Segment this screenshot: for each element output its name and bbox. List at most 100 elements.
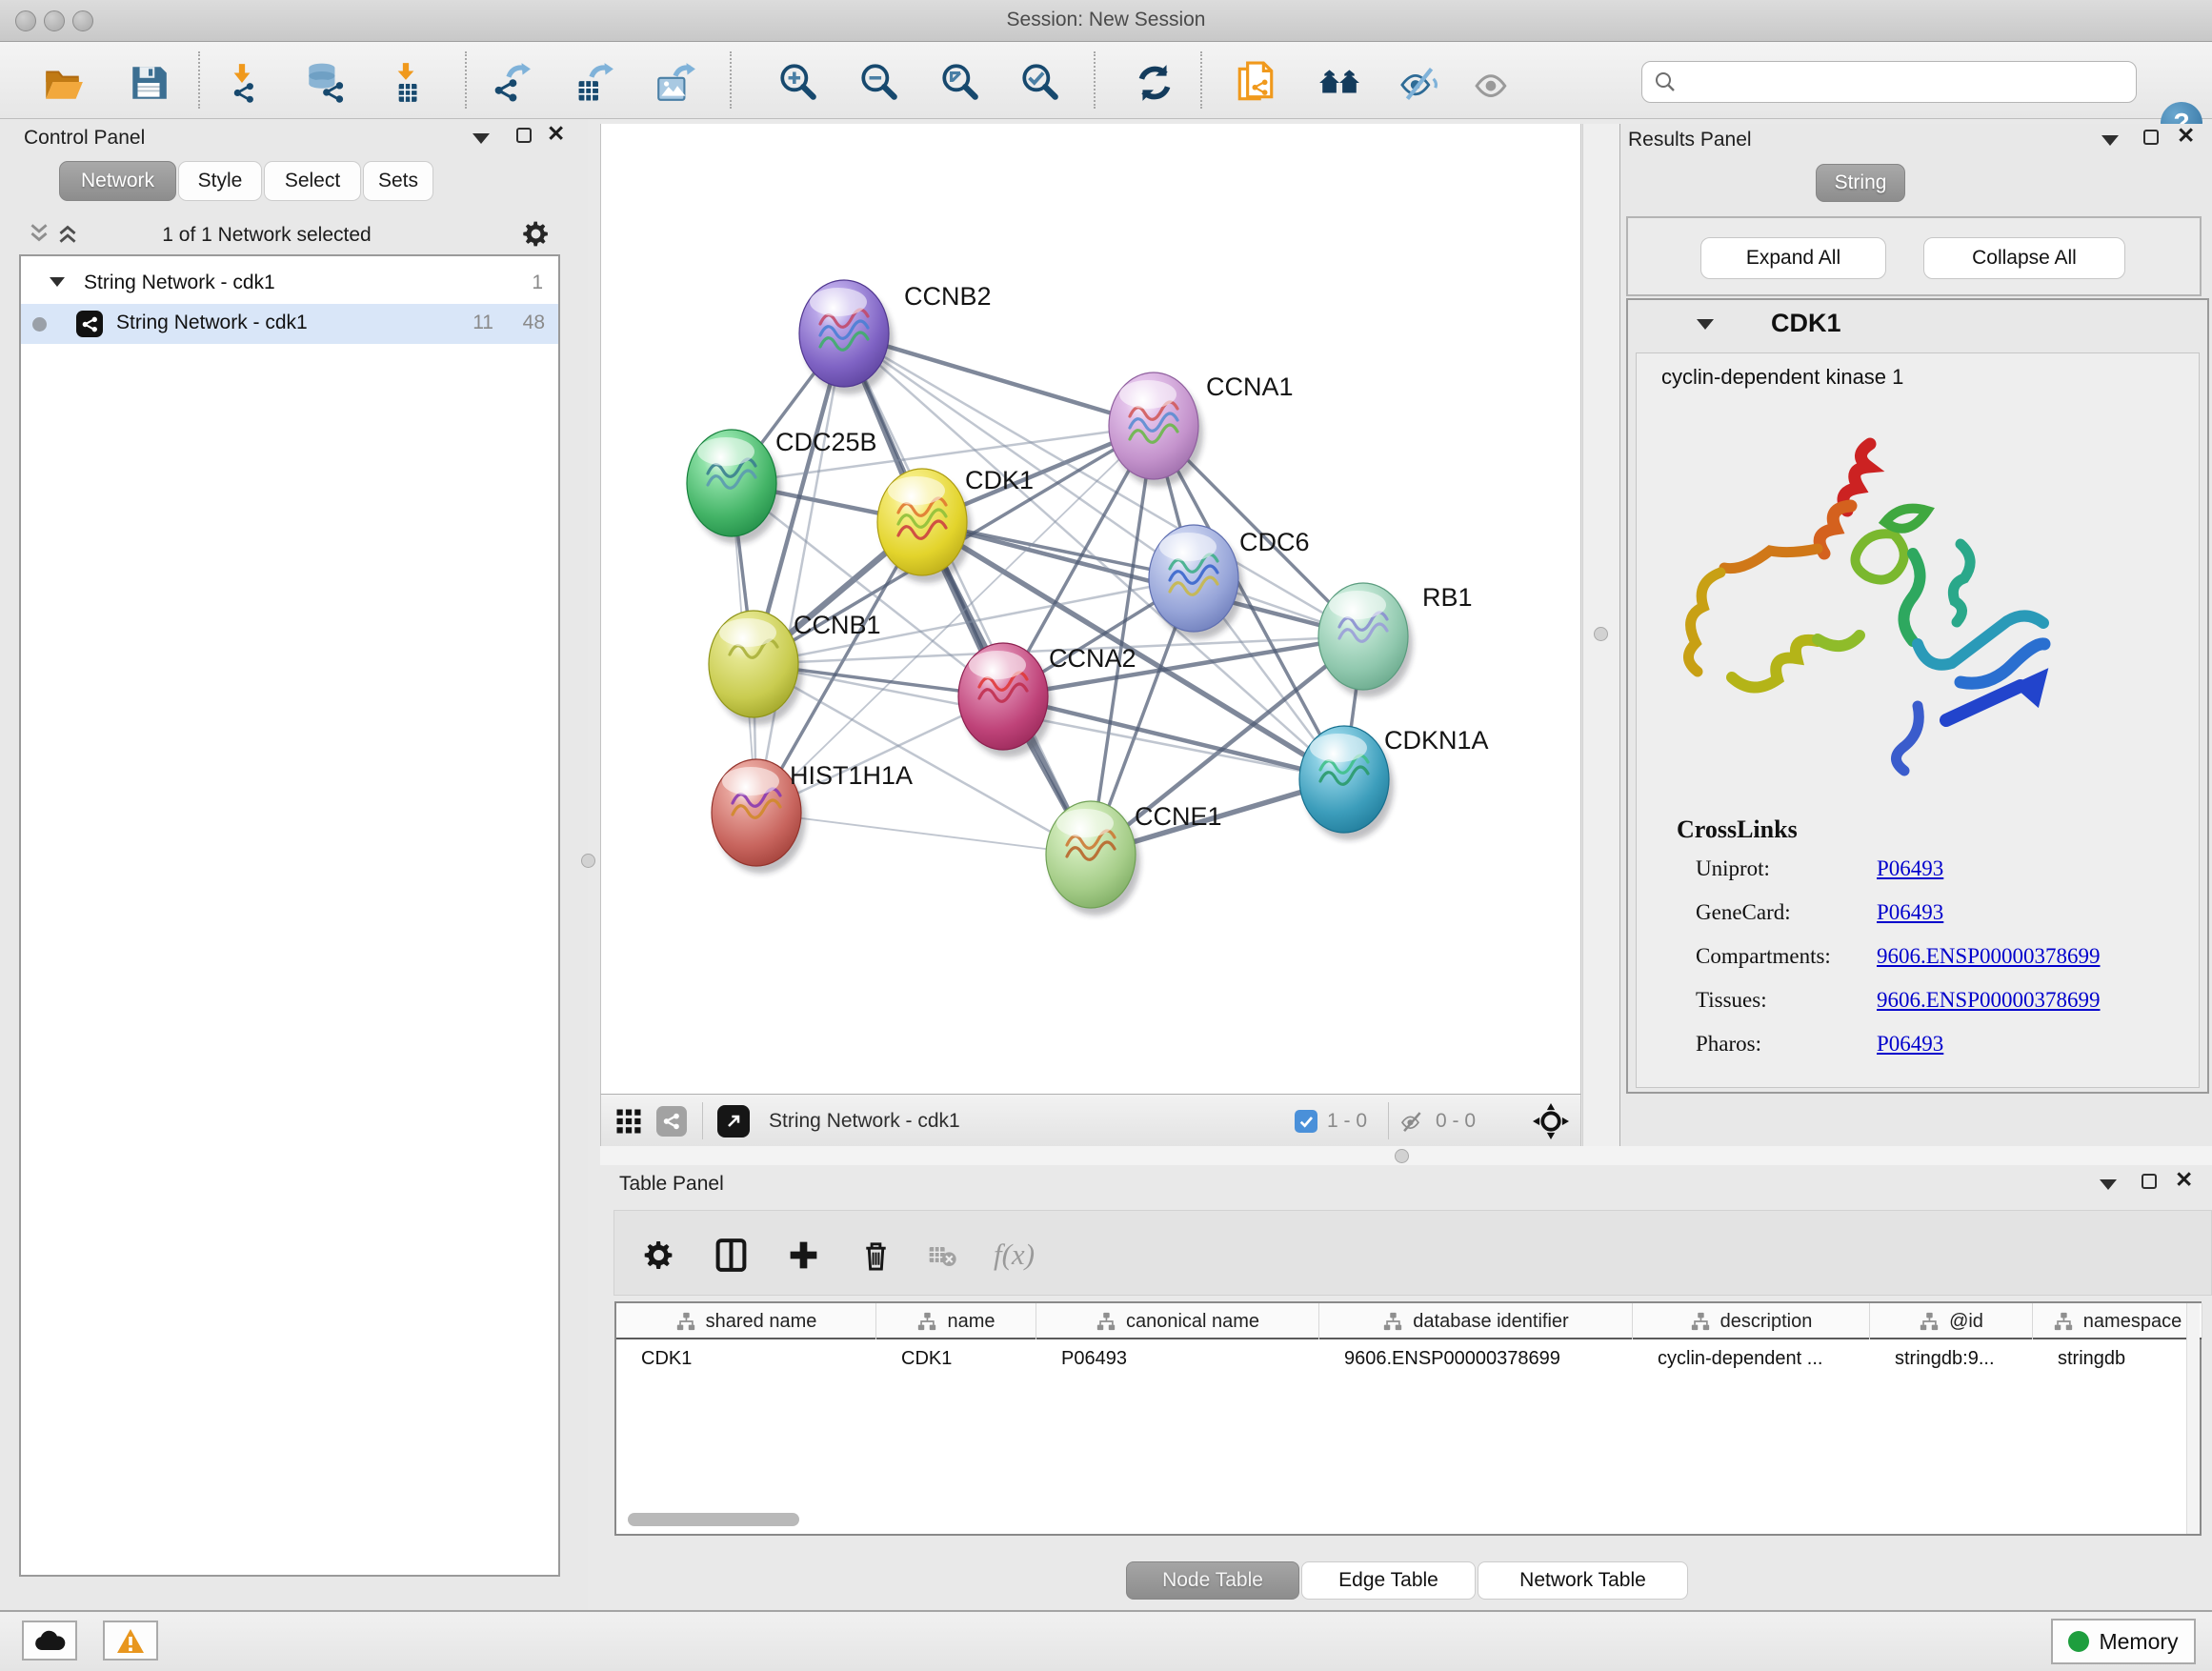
- column-header-namespace[interactable]: namespace: [2033, 1303, 2202, 1339]
- hide-selected-icon[interactable]: [1395, 58, 1444, 108]
- expand-all-button[interactable]: Expand All: [1700, 237, 1886, 279]
- export-image-icon[interactable]: [651, 58, 700, 108]
- import-table-icon[interactable]: [381, 58, 431, 108]
- show-graphics-icon[interactable]: [1467, 58, 1517, 108]
- toolbar-separator: [465, 51, 467, 109]
- crosslink-link[interactable]: P06493: [1877, 856, 1943, 881]
- warning-status-button[interactable]: [103, 1621, 158, 1661]
- save-session-icon[interactable]: [124, 58, 173, 108]
- delete-column-icon[interactable]: [855, 1234, 896, 1276]
- table-cell[interactable]: stringdb:9...: [1870, 1341, 2033, 1376]
- crosslink-link[interactable]: P06493: [1877, 900, 1943, 925]
- search-icon: [1654, 70, 1677, 93]
- edge-HIST1H1A-CCNE1[interactable]: [756, 813, 1091, 855]
- tab-string[interactable]: String: [1816, 164, 1905, 202]
- tab-node-table[interactable]: Node Table: [1126, 1561, 1299, 1600]
- open-session-icon[interactable]: [38, 58, 88, 108]
- column-header-canonical-name[interactable]: canonical name: [1036, 1303, 1319, 1339]
- table-header-row: shared namenamecanonical namedatabase id…: [616, 1303, 2202, 1339]
- tab-edge-table[interactable]: Edge Table: [1301, 1561, 1476, 1600]
- tab-network-table[interactable]: Network Table: [1478, 1561, 1688, 1600]
- node-label-CCNE1: CCNE1: [1135, 802, 1222, 831]
- node-RB1[interactable]: [1318, 583, 1413, 697]
- node-CCNA1[interactable]: [1109, 372, 1203, 487]
- left-splitter-grip[interactable]: [581, 854, 595, 868]
- selected-counts: 1 - 0: [1327, 1095, 1367, 1147]
- show-columns-icon[interactable]: [710, 1234, 752, 1276]
- tab-style[interactable]: Style: [178, 161, 262, 201]
- table-toolbar: f(x): [613, 1210, 2212, 1296]
- export-network-icon[interactable]: [486, 58, 535, 108]
- vertical-scrollbar-track[interactable]: [2186, 1303, 2200, 1534]
- crosslink-link[interactable]: 9606.ENSP00000378699: [1877, 944, 2101, 969]
- refresh-icon[interactable]: [1130, 58, 1179, 108]
- node-CCNB2[interactable]: [799, 280, 894, 394]
- zoom-in-icon[interactable]: [774, 58, 823, 108]
- panel-menu-icon[interactable]: [2100, 1179, 2117, 1190]
- column-header--id[interactable]: @id: [1870, 1303, 2033, 1339]
- zoom-selected-icon[interactable]: [1016, 58, 1065, 108]
- network-row-selected[interactable]: String Network - cdk1 11 48: [21, 304, 558, 344]
- node-CDKN1A[interactable]: [1299, 726, 1394, 840]
- panel-close-icon[interactable]: ✕: [2177, 128, 2195, 143]
- add-column-icon[interactable]: [782, 1234, 824, 1276]
- open-in-window-icon[interactable]: [717, 1095, 750, 1147]
- selected-checkbox-icon[interactable]: [1295, 1095, 1317, 1147]
- export-table-icon[interactable]: [569, 58, 618, 108]
- horizontal-scrollbar-thumb[interactable]: [628, 1513, 799, 1526]
- cloud-status-button[interactable]: [22, 1621, 77, 1661]
- column-header-database-identifier[interactable]: database identifier: [1319, 1303, 1633, 1339]
- node-CDC25B[interactable]: [687, 430, 781, 544]
- tab-sets[interactable]: Sets: [363, 161, 433, 201]
- table-options-gear-icon[interactable]: [637, 1234, 679, 1276]
- zoom-fit-icon[interactable]: [935, 58, 985, 108]
- panel-menu-icon[interactable]: [473, 133, 490, 144]
- panel-close-icon[interactable]: ✕: [547, 126, 565, 141]
- table-cell[interactable]: CDK1: [876, 1341, 1036, 1376]
- edge-CCNA1-CCNE1[interactable]: [1091, 426, 1154, 855]
- panel-menu-icon[interactable]: [2101, 135, 2119, 146]
- network-collection-row[interactable]: String Network - cdk1 1: [21, 264, 558, 304]
- collapse-all-button[interactable]: Collapse All: [1923, 237, 2125, 279]
- node-CDK1[interactable]: [877, 469, 972, 583]
- tab-network[interactable]: Network: [59, 161, 176, 201]
- node-CCNB1[interactable]: [709, 611, 803, 725]
- node-CCNA2[interactable]: [958, 643, 1053, 757]
- import-network-database-icon[interactable]: [300, 58, 350, 108]
- duplicate-network-icon[interactable]: [1231, 58, 1280, 108]
- column-header-description[interactable]: description: [1633, 1303, 1870, 1339]
- fit-selected-crosshair-icon[interactable]: [1533, 1095, 1569, 1147]
- column-header-shared-name[interactable]: shared name: [616, 1303, 876, 1339]
- column-header-name[interactable]: name: [876, 1303, 1036, 1339]
- crosslink-link[interactable]: 9606.ENSP00000378699: [1877, 988, 2101, 1013]
- table-cell[interactable]: 9606.ENSP00000378699: [1319, 1341, 1633, 1376]
- crosslink-link[interactable]: P06493: [1877, 1032, 1943, 1057]
- table-cell[interactable]: stringdb: [2033, 1341, 2202, 1376]
- gene-expander-icon[interactable]: [1697, 319, 1714, 330]
- panel-close-icon[interactable]: ✕: [2175, 1172, 2193, 1187]
- table-cell[interactable]: P06493: [1036, 1341, 1319, 1376]
- hierarchy-icon: [1382, 1311, 1403, 1332]
- table-cell[interactable]: cyclin-dependent ...: [1633, 1341, 1870, 1376]
- node-table: shared namenamecanonical namedatabase id…: [614, 1301, 2202, 1536]
- search-input[interactable]: [1684, 71, 2136, 93]
- tab-select[interactable]: Select: [264, 161, 361, 201]
- panel-float-icon[interactable]: [516, 128, 532, 143]
- node-CCNE1[interactable]: [1046, 801, 1140, 916]
- panel-float-icon[interactable]: [2142, 1174, 2157, 1189]
- import-network-icon[interactable]: [217, 58, 267, 108]
- right-splitter-grip[interactable]: [1594, 627, 1608, 641]
- birds-eye-view-icon[interactable]: [614, 1095, 643, 1147]
- first-neighbors-icon[interactable]: [1315, 58, 1364, 108]
- panel-float-icon[interactable]: [2143, 130, 2159, 145]
- zoom-out-icon[interactable]: [855, 58, 904, 108]
- node-CDC6[interactable]: [1149, 525, 1243, 639]
- edge-CCNA2-CDKN1A[interactable]: [1003, 696, 1344, 779]
- network-canvas[interactable]: CCNB2CCNA1CDC25BCDK1CDC6RB1CCNB1CCNA2CDK…: [600, 124, 1581, 1094]
- table-cell[interactable]: CDK1: [616, 1341, 876, 1376]
- memory-button[interactable]: Memory: [2051, 1619, 2196, 1664]
- table-row[interactable]: CDK1CDK1P064939606.ENSP00000378699cyclin…: [616, 1341, 2202, 1376]
- tree-expander-icon[interactable]: [50, 277, 65, 287]
- horizontal-splitter-grip[interactable]: [1395, 1149, 1409, 1163]
- network-options-gear-icon[interactable]: [520, 218, 552, 250]
